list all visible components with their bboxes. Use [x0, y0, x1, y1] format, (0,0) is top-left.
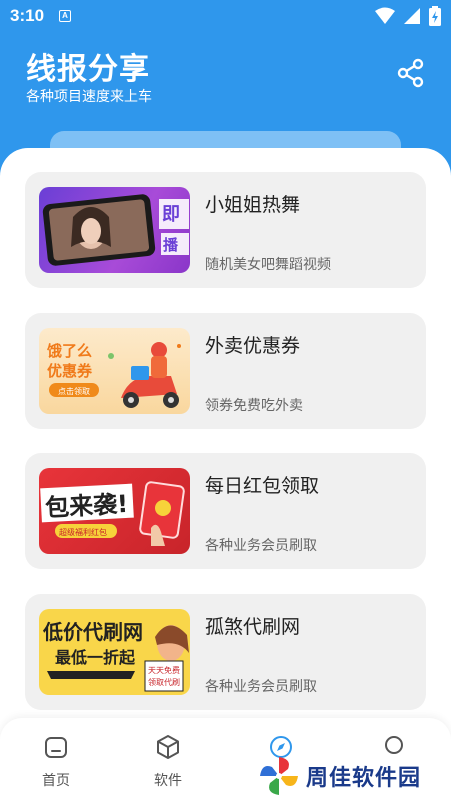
card-title: 孤煞代刷网: [205, 616, 301, 638]
card-shua-wang[interactable]: 低价代刷网 最低一折起 天天免费 领取代刷 孤煞代刷网 各种业务会员刷取: [25, 594, 426, 710]
status-bar: 3:10 A: [0, 0, 451, 32]
svg-text:优惠券: 优惠券: [47, 362, 93, 380]
card-red-packet[interactable]: 包来袭! 超级福利红包 每日红包领取 各种业务会员刷取: [25, 453, 426, 569]
svg-text:点击领取: 点击领取: [58, 386, 90, 396]
svg-text:领取代刷: 领取代刷: [148, 677, 180, 687]
share-button[interactable]: [396, 58, 426, 88]
banner-image: 低价代刷网 最低一折起 天天免费 领取代刷: [42, 620, 189, 692]
status-icons: [375, 6, 441, 26]
card-title: 每日红包领取: [205, 475, 320, 497]
cube-icon: [157, 735, 179, 759]
home-icon: [45, 737, 67, 758]
watermark-text: 周佳软件园: [306, 766, 422, 791]
card-desc: 各种业务会员刷取: [205, 538, 317, 554]
share-icon: [397, 58, 424, 88]
nav-software[interactable]: 软件: [133, 734, 203, 790]
card-desc: 领券免费吃外卖: [205, 398, 303, 414]
nav-label: 首页: [42, 773, 70, 789]
svg-text:播: 播: [163, 236, 179, 254]
nav-home[interactable]: 首页: [21, 734, 91, 790]
card-title: 小姐姐热舞: [205, 194, 301, 216]
card-desc: 随机美女吧舞蹈视频: [205, 257, 331, 273]
svg-text:包来袭!: 包来袭!: [44, 490, 128, 522]
watermark: 周佳软件园: [258, 753, 448, 799]
card-thumbnail: 包来袭! 超级福利红包: [39, 468, 190, 554]
card-thumbnail: 饿了么 优惠券 点击领取: [39, 328, 190, 414]
svg-text:饿了么: 饿了么: [46, 342, 92, 360]
svg-text:天天免费: 天天免费: [148, 665, 180, 675]
card-desc: 各种业务会员刷取: [205, 679, 317, 695]
pinwheel-logo-icon: [260, 757, 298, 795]
svg-text:超级福利红包: 超级福利红包: [59, 527, 107, 537]
card-thumbnail: 即 播: [39, 187, 190, 273]
card-thumbnail: 低价代刷网 最低一折起 天天免费 领取代刷: [39, 609, 190, 695]
status-time: 3:10: [10, 6, 45, 25]
page-title: 线报分享: [26, 52, 150, 87]
svg-text:即: 即: [162, 204, 180, 225]
delivery-scooter-image: 饿了么 优惠券 点击领取: [46, 342, 181, 408]
card-dance[interactable]: 即 播 小姐姐热舞 随机美女吧舞蹈视频: [25, 172, 426, 288]
svg-text:最低一折起: 最低一折起: [55, 648, 136, 667]
svg-text:低价代刷网: 低价代刷网: [42, 620, 143, 644]
wifi-icon: [375, 7, 395, 24]
page-subtitle: 各种项目速度来上车: [26, 89, 152, 105]
phone-video-image: 即 播: [42, 194, 189, 266]
card-title: 外卖优惠券: [205, 335, 301, 357]
card-coupon[interactable]: 饿了么 优惠券 点击领取 外卖优惠券 领券免费吃外卖: [25, 313, 426, 429]
nav-label: 软件: [154, 773, 182, 789]
red-packet-image: 包来袭! 超级福利红包: [40, 481, 185, 546]
signal-icon: [404, 8, 420, 24]
notification-icon: A: [59, 10, 71, 22]
battery-icon: [429, 6, 441, 26]
